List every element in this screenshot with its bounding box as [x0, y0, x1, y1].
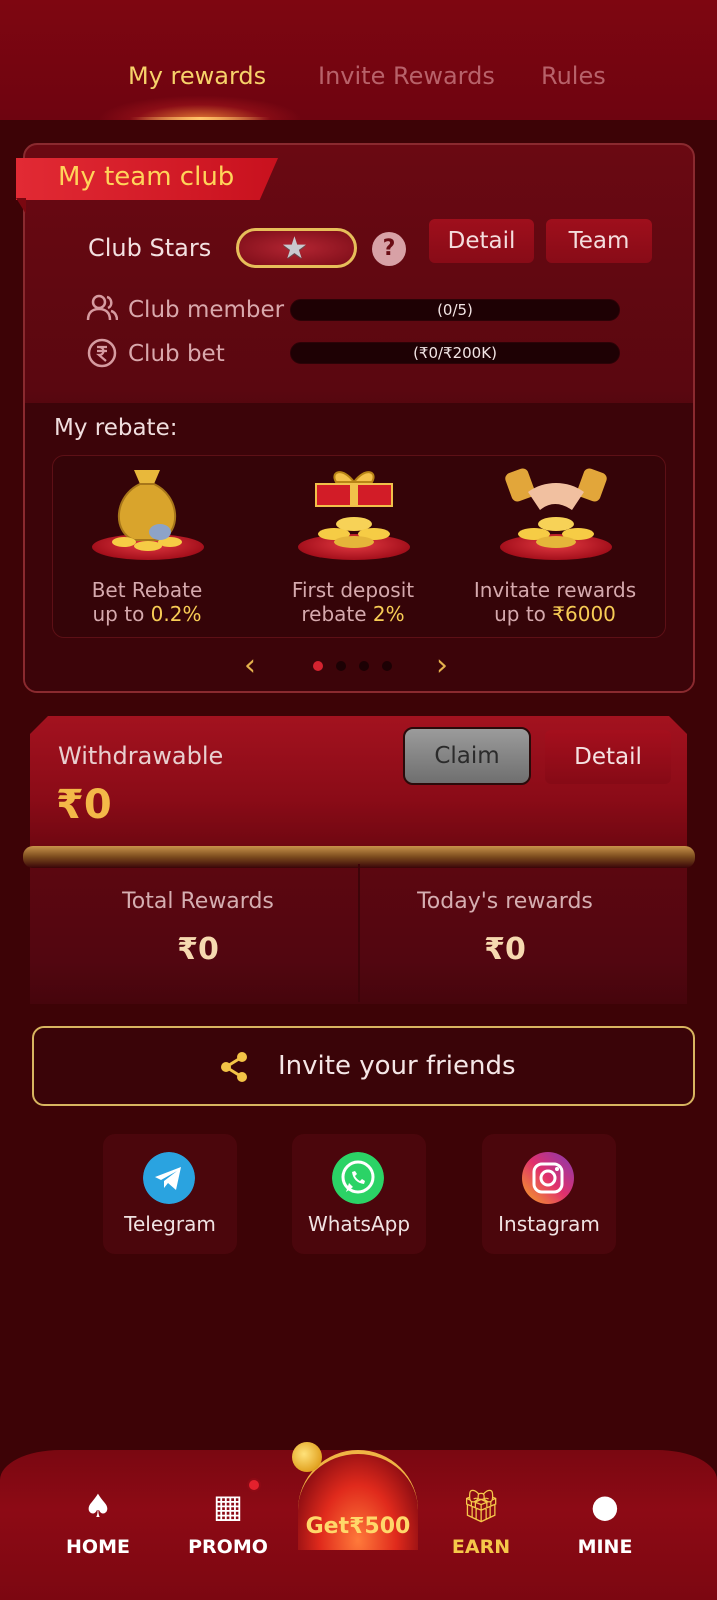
claim-button[interactable]: Claim	[403, 727, 531, 785]
share-whatsapp[interactable]: WhatsApp	[292, 1134, 426, 1254]
whatsapp-icon	[332, 1152, 384, 1204]
telegram-icon	[143, 1152, 195, 1204]
rebate-deposit-sub: rebate 2%	[258, 602, 448, 626]
help-icon[interactable]: ?	[372, 232, 406, 266]
rebate-bet-title: Bet Rebate	[91, 578, 203, 602]
carousel-dot-1[interactable]	[313, 661, 323, 671]
spade-icon: ♠	[83, 1487, 113, 1525]
rupee-icon	[87, 338, 117, 368]
members-icon	[86, 294, 118, 321]
promo-notification-dot	[247, 1478, 261, 1492]
share-instagram[interactable]: Instagram	[482, 1134, 616, 1254]
todays-rewards-label: Today's rewards	[417, 889, 593, 914]
nav-promo[interactable]: ▦ PROMO	[178, 1486, 278, 1558]
share-telegram-label: Telegram	[124, 1212, 216, 1236]
share-icon	[221, 1052, 247, 1082]
gold-coin-icon	[292, 1442, 322, 1472]
nav-mine[interactable]: ● MINE	[555, 1486, 655, 1558]
carousel-prev-arrow-icon[interactable]: ‹	[244, 648, 256, 683]
club-team-button[interactable]: Team	[546, 219, 652, 263]
nav-home[interactable]: ♠ HOME	[48, 1486, 148, 1558]
club-bet-label: Club bet	[128, 341, 225, 367]
tab-invite-rewards[interactable]: Invite Rewards	[318, 62, 495, 90]
carousel-dot-3[interactable]	[359, 661, 369, 671]
rebate-deposit-value: 2%	[372, 602, 405, 626]
rebate-invite-prefix: up to	[494, 602, 553, 626]
nav-home-label: HOME	[66, 1536, 130, 1558]
club-title: My team club	[58, 162, 235, 192]
rebate-invite-sub: up to ₹6000	[460, 602, 650, 626]
carousel-dot-4[interactable]	[382, 661, 392, 671]
club-stars-label: Club Stars	[88, 234, 212, 262]
nav-earn-label: EARN	[451, 1536, 511, 1558]
gift-box-icon	[315, 471, 393, 548]
total-rewards-value: ₹0	[177, 932, 219, 967]
tab-my-rewards[interactable]: My rewards	[128, 62, 266, 90]
withdrawable-amount: ₹0	[56, 782, 112, 828]
club-bet-progress: (₹0/₹200K)	[290, 342, 620, 364]
club-detail-button[interactable]: Detail	[429, 219, 534, 263]
rebate-deposit-title: First deposit	[291, 578, 415, 602]
rebate-invite-value: ₹6000	[552, 602, 616, 626]
active-tab-indicator	[130, 117, 270, 120]
todays-rewards-value: ₹0	[484, 932, 526, 967]
get-bonus-label[interactable]: Get₹500	[296, 1514, 420, 1539]
nav-mine-label: MINE	[577, 1536, 633, 1558]
rebate-item-bet[interactable]: Bet Rebate up to 0.2%	[52, 462, 242, 632]
handshake-icon	[505, 468, 607, 548]
carousel-dot-2[interactable]	[336, 661, 346, 671]
share-whatsapp-label: WhatsApp	[307, 1212, 411, 1236]
rebate-title: My rebate:	[54, 415, 178, 441]
money-bag-icon	[112, 470, 182, 551]
total-rewards-label: Total Rewards	[122, 889, 274, 914]
rebate-bet-sub: up to 0.2%	[52, 602, 242, 626]
promo-ticket-icon: ▦	[212, 1487, 244, 1525]
rebate-bet-prefix: up to	[92, 602, 151, 626]
profile-drop-icon: ●	[591, 1487, 619, 1525]
invite-friends-label: Invite your friends	[278, 1051, 516, 1081]
club-member-label: Club member	[128, 297, 285, 323]
carousel-next-arrow-icon[interactable]: ›	[436, 648, 448, 683]
rebate-item-invite[interactable]: Invitate rewards up to ₹6000	[460, 462, 650, 632]
gift-icon: 🎁︎	[460, 1487, 502, 1525]
rebate-bet-value: 0.2%	[150, 602, 202, 626]
nav-promo-label: PROMO	[188, 1536, 268, 1558]
tab-rules[interactable]: Rules	[541, 62, 606, 90]
rebate-item-first-deposit[interactable]: First deposit rebate 2%	[258, 462, 448, 632]
withdraw-detail-button[interactable]: Detail	[545, 730, 671, 784]
club-stars-indicator: ★	[236, 228, 357, 268]
nav-earn[interactable]: 🎁︎ EARN	[431, 1486, 531, 1558]
instagram-icon	[522, 1152, 574, 1204]
star-icon: ★	[281, 231, 308, 266]
withdrawable-label: Withdrawable	[58, 742, 224, 770]
club-member-progress: (0/5)	[290, 299, 620, 321]
share-telegram[interactable]: Telegram	[103, 1134, 237, 1254]
rebate-deposit-prefix: rebate	[301, 602, 373, 626]
rebate-invite-title: Invitate rewards	[473, 578, 637, 602]
share-instagram-label: Instagram	[498, 1212, 600, 1236]
